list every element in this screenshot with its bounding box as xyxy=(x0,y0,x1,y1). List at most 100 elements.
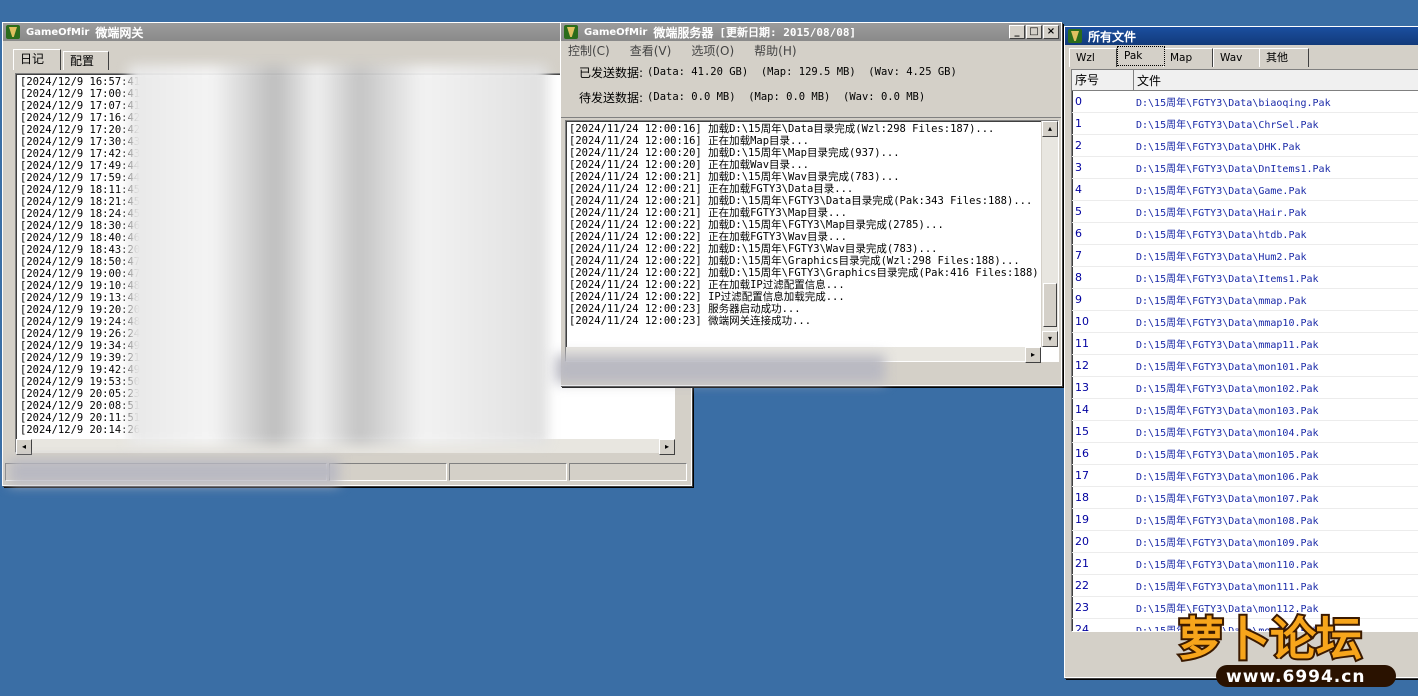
table-row[interactable]: 4 D:\15周年\FGTY3\Data\Game.Pak xyxy=(1072,179,1418,201)
tab-config[interactable]: 配置 xyxy=(63,51,109,70)
tab-other[interactable]: 其他 xyxy=(1259,48,1309,67)
table-row[interactable]: 0 D:\15周年\FGTY3\Data\biaoqing.Pak xyxy=(1072,91,1418,113)
table-row[interactable]: 7 D:\15周年\FGTY3\Data\Hum2.Pak xyxy=(1072,245,1418,267)
app-icon xyxy=(1068,29,1082,43)
row-index: 23 xyxy=(1075,601,1089,614)
row-index: 3 xyxy=(1075,161,1082,174)
row-file-path: D:\15周年\FGTY3\Data\Hair.Pak xyxy=(1136,208,1307,219)
scroll-right-icon[interactable]: ▸ xyxy=(1025,347,1041,363)
tab-wzl[interactable]: Wzl xyxy=(1069,48,1117,67)
col-index-header[interactable]: 序号 xyxy=(1072,70,1134,90)
log-line: [2024/11/24 12:00:23] 服务器启动成功... xyxy=(569,303,801,315)
row-file-path: D:\15周年\FGTY3\Data\mon109.Pak xyxy=(1136,538,1319,549)
tab-wav[interactable]: Wav xyxy=(1213,48,1261,67)
log-line: [2024/11/24 12:00:21] 加载D:\15周年\Wav目录完成(… xyxy=(569,171,900,183)
table-row[interactable]: 8 D:\15周年\FGTY3\Data\Items1.Pak xyxy=(1072,267,1418,289)
table-row[interactable]: 10 D:\15周年\FGTY3\Data\mmap10.Pak xyxy=(1072,311,1418,333)
close-icon[interactable]: × xyxy=(1043,25,1059,39)
server-vscroll[interactable]: ▴ ▾ xyxy=(1041,121,1058,347)
log-line: [2024/11/24 12:00:22] IP过滤配置信息加载完成... xyxy=(569,291,845,303)
app-icon xyxy=(6,25,20,39)
log-line: [2024/11/24 12:00:20] 正在加载Wav目录... xyxy=(569,159,810,171)
table-row[interactable]: 19 D:\15周年\FGTY3\Data\mon108.Pak xyxy=(1072,509,1418,531)
scroll-thumb[interactable] xyxy=(1043,283,1057,327)
table-row[interactable]: 18 D:\15周年\FGTY3\Data\mon107.Pak xyxy=(1072,487,1418,509)
table-row[interactable]: 11 D:\15周年\FGTY3\Data\mmap11.Pak xyxy=(1072,333,1418,355)
row-index: 5 xyxy=(1075,205,1082,218)
scroll-down-icon[interactable]: ▾ xyxy=(1042,331,1058,347)
server-titlebar[interactable]: GameOfMir 微端服务器 [更新日期: 2015/08/08] _ □ × xyxy=(561,23,1061,41)
row-file-path: D:\15周年\FGTY3\Data\Hum2.Pak xyxy=(1136,252,1307,263)
row-index: 24 xyxy=(1075,623,1089,632)
scroll-right-icon[interactable]: ▸ xyxy=(659,439,675,455)
log-line: [2024/11/24 12:00:22] 加载D:\15周年\FGTY3\Ma… xyxy=(569,219,944,231)
row-index: 7 xyxy=(1075,249,1082,262)
table-row[interactable]: 13 D:\15周年\FGTY3\Data\mon102.Pak xyxy=(1072,377,1418,399)
maximize-icon[interactable]: □ xyxy=(1026,25,1042,39)
redacted-status xyxy=(555,355,885,383)
table-row[interactable]: 14 D:\15周年\FGTY3\Data\mon103.Pak xyxy=(1072,399,1418,421)
scroll-up-icon[interactable]: ▴ xyxy=(1042,121,1058,137)
table-row[interactable]: 3 D:\15周年\FGTY3\Data\DnItems1.Pak xyxy=(1072,157,1418,179)
table-row[interactable]: 15 D:\15周年\FGTY3\Data\mon104.Pak xyxy=(1072,421,1418,443)
menu-view[interactable]: 查看(V) xyxy=(630,42,672,59)
row-file-path: D:\15周年\FGTY3\Data\mmap11.Pak xyxy=(1136,340,1319,351)
row-index: 19 xyxy=(1075,513,1089,526)
row-file-path: D:\15周年\FGTY3\Data\mon101.Pak xyxy=(1136,362,1319,373)
row-file-path: D:\15周年\FGTY3\Data\DnItems1.Pak xyxy=(1136,164,1331,175)
row-file-path: D:\15周年\FGTY3\Data\mon111.Pak xyxy=(1136,582,1319,593)
table-row[interactable]: 16 D:\15周年\FGTY3\Data\mon105.Pak xyxy=(1072,443,1418,465)
tab-log[interactable]: 日记 xyxy=(13,49,61,70)
row-index: 17 xyxy=(1075,469,1089,482)
row-file-path: D:\15周年\FGTY3\Data\htdb.Pak xyxy=(1136,230,1307,241)
row-index: 12 xyxy=(1075,359,1089,372)
pending-label: 待发送数据: xyxy=(579,90,644,105)
table-row[interactable]: 22 D:\15周年\FGTY3\Data\mon111.Pak xyxy=(1072,575,1418,597)
files-window: 所有文件 Wzl Pak Map Wav 其他 序号 文件 0 D:\15周年\F… xyxy=(1064,26,1418,678)
row-file-path: D:\15周年\FGTY3\Data\mmap.Pak xyxy=(1136,296,1307,307)
row-index: 15 xyxy=(1075,425,1089,438)
menu-options[interactable]: 选项(O) xyxy=(691,42,734,59)
row-file-path: D:\15周年\FGTY3\Data\mon107.Pak xyxy=(1136,494,1319,505)
files-tabs: Wzl Pak Map Wav 其他 xyxy=(1065,45,1418,67)
log-line: [2024/11/24 12:00:21] 加载D:\15周年\FGTY3\Da… xyxy=(569,195,1033,207)
table-row[interactable]: 12 D:\15周年\FGTY3\Data\mon101.Pak xyxy=(1072,355,1418,377)
server-log-list[interactable]: [2024/11/24 12:00:16] 加载D:\15周年\Data目录完成… xyxy=(565,120,1059,362)
row-file-path: D:\15周年\FGTY3\Data\mon103.Pak xyxy=(1136,406,1319,417)
table-row[interactable]: 6 D:\15周年\FGTY3\Data\htdb.Pak xyxy=(1072,223,1418,245)
row-file-path: D:\15周年\FGTY3\Data\mon105.Pak xyxy=(1136,450,1319,461)
table-row[interactable]: 5 D:\15周年\FGTY3\Data\Hair.Pak xyxy=(1072,201,1418,223)
server-stats: 已发送数据: (Data: 41.20 GB) (Map: 129.5 MB) … xyxy=(561,59,1061,118)
row-file-path: D:\15周年\FGTY3\Data\ChrSel.Pak xyxy=(1136,120,1319,131)
watermark-logo: 萝卜论坛 www.6994.cn xyxy=(1168,595,1408,691)
server-menubar: 控制(C) 查看(V) 选项(O) 帮助(H) xyxy=(561,41,1061,59)
row-file-path: D:\15周年\FGTY3\Data\mon108.Pak xyxy=(1136,516,1319,527)
files-title: 所有文件 xyxy=(1088,29,1137,44)
log-line: [2024/11/24 12:00:21] 正在加载FGTY3\Map目录... xyxy=(569,207,847,219)
row-index: 13 xyxy=(1075,381,1089,394)
log-line: [2024/11/24 12:00:23] 微端网关连接成功... xyxy=(569,315,812,327)
files-table[interactable]: 序号 文件 0 D:\15周年\FGTY3\Data\biaoqing.Pak 1 D… xyxy=(1071,69,1418,632)
row-file-path: D:\15周年\FGTY3\Data\biaoqing.Pak xyxy=(1136,98,1331,109)
row-index: 16 xyxy=(1075,447,1089,460)
table-row[interactable]: 1 D:\15周年\FGTY3\Data\ChrSel.Pak xyxy=(1072,113,1418,135)
row-index: 20 xyxy=(1075,535,1089,548)
row-index: 22 xyxy=(1075,579,1089,592)
row-file-path: D:\15周年\FGTY3\Data\mon102.Pak xyxy=(1136,384,1319,395)
table-row[interactable]: 2 D:\15周年\FGTY3\Data\DHK.Pak xyxy=(1072,135,1418,157)
files-titlebar[interactable]: 所有文件 xyxy=(1065,27,1418,45)
table-row[interactable]: 9 D:\15周年\FGTY3\Data\mmap.Pak xyxy=(1072,289,1418,311)
tab-pak[interactable]: Pak xyxy=(1117,46,1165,66)
menu-control[interactable]: 控制(C) xyxy=(568,42,610,59)
scroll-left-icon[interactable]: ◂ xyxy=(16,439,32,455)
minimize-icon[interactable]: _ xyxy=(1009,25,1025,39)
row-index: 18 xyxy=(1075,491,1089,504)
table-row[interactable]: 17 D:\15周年\FGTY3\Data\mon106.Pak xyxy=(1072,465,1418,487)
tab-map[interactable]: Map xyxy=(1163,48,1213,67)
table-row[interactable]: 20 D:\15周年\FGTY3\Data\mon109.Pak xyxy=(1072,531,1418,553)
menu-help[interactable]: 帮助(H) xyxy=(754,42,796,59)
row-index: 21 xyxy=(1075,557,1089,570)
col-file-header[interactable]: 文件 xyxy=(1134,72,1161,89)
table-row[interactable]: 21 D:\15周年\FGTY3\Data\mon110.Pak xyxy=(1072,553,1418,575)
log-line: [2024/11/24 12:00:22] 加载D:\15周年\Graphics… xyxy=(569,255,1020,267)
